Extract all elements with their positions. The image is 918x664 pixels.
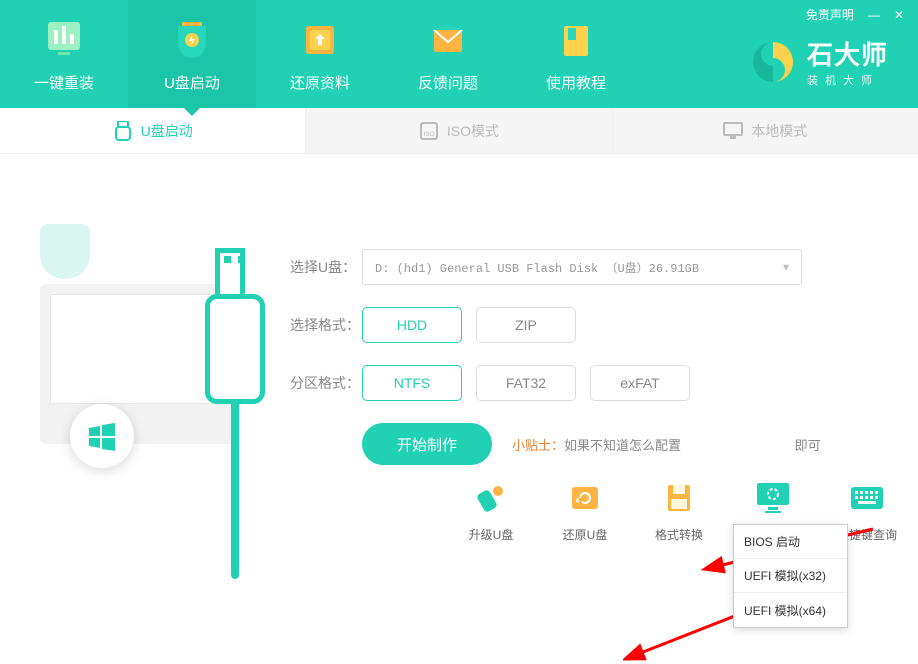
brand: 石大师 装机大师 (749, 35, 888, 88)
usb-up-icon (473, 480, 509, 516)
nav-tab-restore[interactable]: 还原资料 (256, 0, 384, 108)
format-option-hdd[interactable]: HDD (362, 307, 462, 343)
usb-icon (113, 121, 133, 141)
usb-select[interactable]: D: (hd1) General USB Flash Disk （U盘）26.9… (362, 249, 802, 285)
select-usb-label: 选择U盘： (290, 257, 362, 277)
boot-menu-uefi32[interactable]: UEFI 模拟(x32) (734, 559, 847, 593)
active-tab-indicator (184, 108, 200, 116)
window-controls: 免责声明 — ✕ (806, 6, 904, 23)
illustration (30, 194, 290, 504)
nav-label: 一键重装 (34, 72, 94, 93)
boot-menu-bios[interactable]: BIOS 启动 (734, 525, 847, 559)
subtab-label: U盘启动 (141, 121, 193, 141)
close-button[interactable]: ✕ (894, 8, 904, 22)
hint: 小贴士：如果不知道怎么配置 即可 (512, 435, 821, 454)
header: 免责声明 — ✕ 一键重装 U盘启动 (0, 0, 918, 108)
start-create-button[interactable]: 开始制作 (362, 423, 492, 465)
nav-tab-reinstall[interactable]: 一键重装 (0, 0, 128, 108)
bar-chart-icon (40, 16, 88, 64)
nav-label: 反馈问题 (418, 72, 478, 93)
brand-title: 石大师 (807, 35, 888, 72)
envelope-icon (424, 16, 472, 64)
subtabs: U盘启动 ISO ISO模式 本地模式 (0, 108, 918, 154)
fs-option-exfat[interactable]: exFAT (590, 365, 690, 401)
tool-label: 升级U盘 (469, 526, 514, 543)
hint-key: 小贴士： (512, 438, 564, 453)
shield-deco-icon (40, 224, 90, 279)
monitor-icon (723, 121, 743, 141)
tool-label: 还原U盘 (563, 526, 608, 543)
subtab-local-mode[interactable]: 本地模式 (613, 108, 918, 153)
minimize-button[interactable]: — (868, 8, 880, 22)
usb-select-value: D: (hd1) General USB Flash Disk （U盘）26.9… (375, 259, 699, 276)
monitor-loading-icon (755, 480, 791, 516)
nav-tab-feedback[interactable]: 反馈问题 (384, 0, 512, 108)
shield-icon (168, 16, 216, 64)
brand-logo-icon (749, 38, 797, 86)
boot-type-menu: BIOS 启动 UEFI 模拟(x32) UEFI 模拟(x64) (733, 524, 848, 628)
hint-tail: 即可 (795, 438, 821, 453)
main-content: 选择U盘： D: (hd1) General USB Flash Disk （U… (0, 154, 918, 578)
boot-menu-uefi64[interactable]: UEFI 模拟(x64) (734, 593, 847, 627)
nav-label: U盘启动 (164, 72, 220, 93)
chevron-down-icon: ▾ (783, 260, 789, 274)
subtab-label: 本地模式 (751, 121, 807, 141)
nav-tab-usb-boot[interactable]: U盘启动 (128, 0, 256, 108)
nav-label: 使用教程 (546, 72, 606, 93)
disclaimer-link[interactable]: 免责声明 (806, 6, 854, 23)
restore-icon (567, 480, 603, 516)
usb-deco-icon (205, 294, 265, 554)
tool-upgrade-usb[interactable]: 升级U盘 (450, 480, 532, 543)
windows-logo-icon (70, 404, 134, 468)
brand-subtitle: 装机大师 (807, 72, 888, 88)
tool-restore-usb[interactable]: 还原U盘 (544, 480, 626, 543)
upload-box-icon (296, 16, 344, 64)
subtab-iso-mode[interactable]: ISO ISO模式 (306, 108, 612, 153)
nav-label: 还原资料 (290, 72, 350, 93)
fs-option-fat32[interactable]: FAT32 (476, 365, 576, 401)
partition-format-label: 分区格式： (290, 373, 362, 393)
subtab-label: ISO模式 (447, 121, 499, 141)
fs-option-ntfs[interactable]: NTFS (362, 365, 462, 401)
hint-text: 如果不知道怎么配置 (564, 438, 681, 453)
nav-tab-tutorial[interactable]: 使用教程 (512, 0, 640, 108)
book-icon (552, 16, 600, 64)
svg-text:ISO: ISO (424, 132, 435, 138)
keyboard-icon (849, 480, 885, 516)
tool-label: 格式转换 (655, 526, 703, 543)
tool-format-convert[interactable]: 格式转换 (638, 480, 720, 543)
disk-icon (661, 480, 697, 516)
iso-icon: ISO (419, 121, 439, 141)
format-option-zip[interactable]: ZIP (476, 307, 576, 343)
select-format-label: 选择格式： (290, 315, 362, 335)
subtab-usb-boot[interactable]: U盘启动 (0, 108, 306, 153)
